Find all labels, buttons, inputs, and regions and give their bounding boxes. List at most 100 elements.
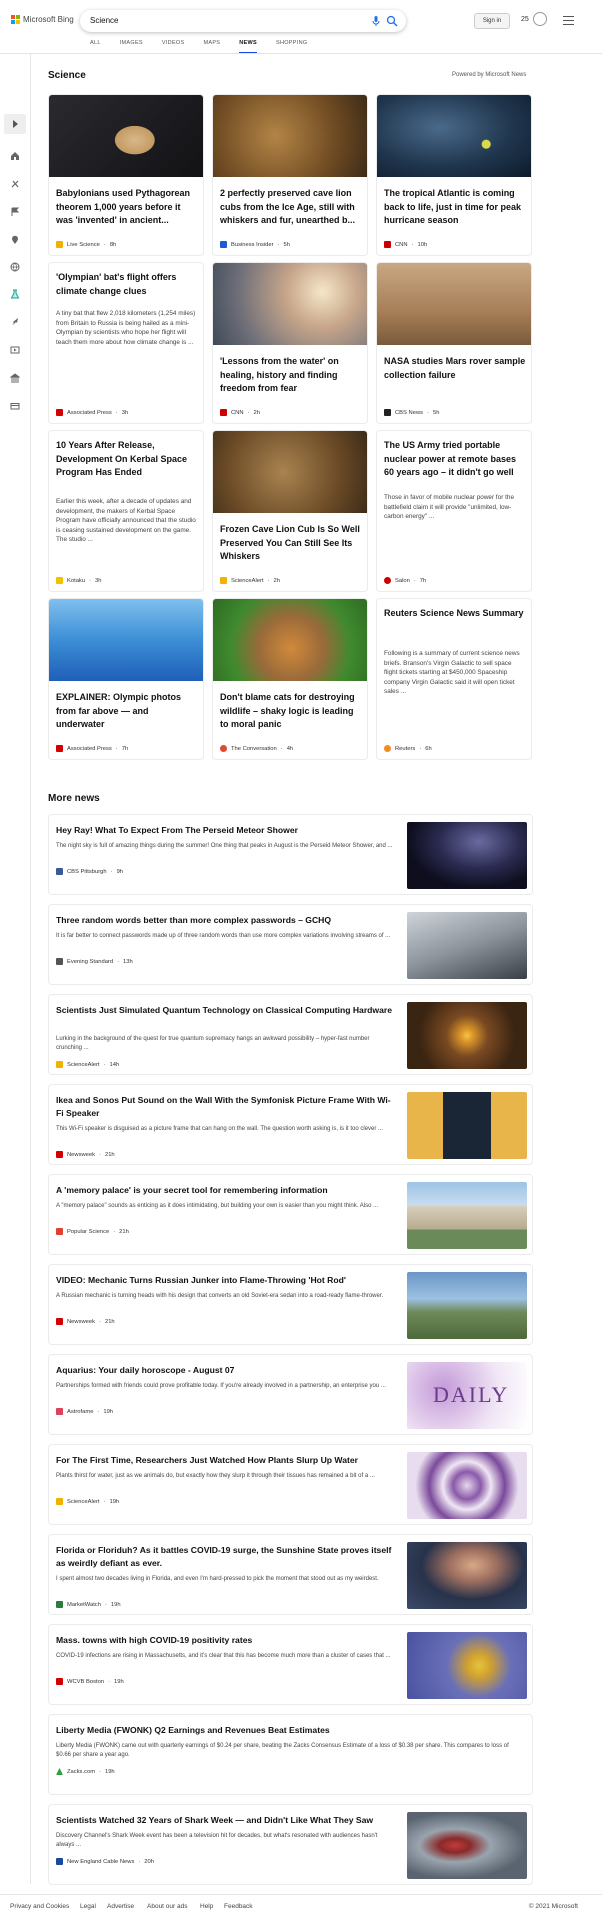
news-card[interactable]: EXPLAINER: Olympic photos from far above… bbox=[48, 598, 204, 760]
source-name: Live Science bbox=[67, 241, 100, 248]
item-title[interactable]: VIDEO: Mechanic Turns Russian Junker int… bbox=[56, 1274, 396, 1287]
news-card[interactable]: 'Lessons from the water' on healing, his… bbox=[212, 262, 368, 424]
news-card[interactable]: 2 perfectly preserved cave lion cubs fro… bbox=[212, 94, 368, 256]
flag-icon[interactable] bbox=[9, 206, 21, 218]
footer-link-privacy[interactable]: Privacy and Cookies bbox=[10, 1903, 69, 1910]
card-icon[interactable] bbox=[9, 400, 21, 412]
item-source: Popular Science · 21h bbox=[56, 1228, 129, 1235]
rewards-trophy-icon[interactable] bbox=[533, 12, 547, 26]
item-thumbnail bbox=[407, 1272, 527, 1339]
rewards-count[interactable]: 25 bbox=[521, 16, 529, 23]
tab-maps[interactable]: MAPS bbox=[203, 40, 220, 54]
footer-link-help[interactable]: Help bbox=[200, 1903, 213, 1910]
search-icon[interactable] bbox=[386, 15, 398, 27]
news-card[interactable]: Babylonians used Pythagorean theorem 1,0… bbox=[48, 94, 204, 256]
card-title[interactable]: 10 Years After Release, Development On K… bbox=[56, 439, 198, 480]
card-title[interactable]: Frozen Cave Lion Cub Is So Well Preserve… bbox=[220, 523, 362, 564]
home-icon[interactable] bbox=[9, 150, 21, 162]
card-title[interactable]: 2 perfectly preserved cave lion cubs fro… bbox=[220, 187, 362, 228]
item-time: 19h bbox=[110, 1601, 121, 1608]
card-title[interactable]: Don't blame cats for destroying wildlife… bbox=[220, 691, 362, 732]
footer-link-about-ads[interactable]: About our ads bbox=[147, 1903, 187, 1910]
tools-icon[interactable] bbox=[9, 178, 21, 190]
location-icon[interactable] bbox=[9, 234, 21, 246]
footer-link-feedback[interactable]: Feedback bbox=[224, 1903, 253, 1910]
item-title[interactable]: Aquarius: Your daily horoscope - August … bbox=[56, 1364, 396, 1377]
card-title[interactable]: 'Lessons from the water' on healing, his… bbox=[220, 355, 362, 396]
item-title[interactable]: Ikea and Sonos Put Sound on the Wall Wit… bbox=[56, 1094, 396, 1120]
source-logo-icon bbox=[56, 1318, 63, 1325]
news-card[interactable]: The tropical Atlantic is coming back to … bbox=[376, 94, 532, 256]
item-time: 21h bbox=[104, 1151, 115, 1158]
news-list-item[interactable]: Mass. towns with high COVID-19 positivit… bbox=[48, 1624, 533, 1705]
item-title[interactable]: Scientists Watched 32 Years of Shark Wee… bbox=[56, 1814, 396, 1827]
news-card[interactable]: Reuters Science News Summary Following i… bbox=[376, 598, 532, 760]
source-logo-icon bbox=[56, 409, 63, 416]
card-title[interactable]: The US Army tried portable nuclear power… bbox=[384, 439, 526, 480]
search-box[interactable]: Science bbox=[80, 10, 406, 32]
bing-logo[interactable]: Microsoft Bing bbox=[11, 15, 74, 24]
item-description: Lurking in the background of the quest f… bbox=[56, 1036, 370, 1051]
news-list-item[interactable]: Three random words better than more comp… bbox=[48, 904, 533, 985]
news-card[interactable]: NASA studies Mars rover sample collectio… bbox=[376, 262, 532, 424]
news-list-item[interactable]: A 'memory palace' is your secret tool fo… bbox=[48, 1174, 533, 1255]
card-time: 5h bbox=[283, 241, 290, 248]
source-name: Salon bbox=[395, 577, 410, 584]
news-card[interactable]: Don't blame cats for destroying wildlife… bbox=[212, 598, 368, 760]
video-icon[interactable] bbox=[9, 344, 21, 356]
card-title[interactable]: NASA studies Mars rover sample collectio… bbox=[384, 355, 526, 382]
item-title[interactable]: Florida or Floriduh? As it battles COVID… bbox=[56, 1544, 396, 1570]
news-list-item[interactable]: Hey Ray! What To Expect From The Perseid… bbox=[48, 814, 533, 895]
news-list-item[interactable]: Scientists Just Simulated Quantum Techno… bbox=[48, 994, 533, 1075]
news-card[interactable]: 10 Years After Release, Development On K… bbox=[48, 430, 204, 592]
card-title[interactable]: 'Olympian' bat's flight offers climate c… bbox=[56, 271, 198, 298]
item-title[interactable]: Liberty Media (FWONK) Q2 Earnings and Re… bbox=[56, 1724, 396, 1737]
source-logo-icon bbox=[384, 409, 391, 416]
item-title[interactable]: For The First Time, Researchers Just Wat… bbox=[56, 1454, 396, 1467]
news-list-item[interactable]: Liberty Media (FWONK) Q2 Earnings and Re… bbox=[48, 1714, 533, 1795]
tab-images[interactable]: IMAGES bbox=[120, 40, 143, 54]
news-card[interactable]: The US Army tried portable nuclear power… bbox=[376, 430, 532, 592]
bank-icon[interactable] bbox=[9, 372, 21, 384]
dot: · bbox=[104, 1601, 107, 1608]
item-title[interactable]: Scientists Just Simulated Quantum Techno… bbox=[56, 1004, 396, 1017]
news-list-item[interactable]: VIDEO: Mechanic Turns Russian Junker int… bbox=[48, 1264, 533, 1345]
tab-shopping[interactable]: SHOPPING bbox=[276, 40, 307, 54]
item-title[interactable]: Mass. towns with high COVID-19 positivit… bbox=[56, 1634, 396, 1647]
item-title[interactable]: A 'memory palace' is your secret tool fo… bbox=[56, 1184, 396, 1197]
card-title[interactable]: EXPLAINER: Olympic photos from far above… bbox=[56, 691, 198, 732]
tab-all[interactable]: ALL bbox=[90, 40, 101, 54]
card-title[interactable]: The tropical Atlantic is coming back to … bbox=[384, 187, 526, 228]
item-title[interactable]: Hey Ray! What To Expect From The Perseid… bbox=[56, 824, 396, 837]
item-source: Astrofame · 19h bbox=[56, 1408, 113, 1415]
sign-in-button[interactable]: Sign in bbox=[474, 13, 510, 29]
item-title[interactable]: Three random words better than more comp… bbox=[56, 914, 396, 927]
top-header: Microsoft Bing Science Sign in 25 bbox=[0, 0, 602, 38]
card-time: 6h bbox=[425, 745, 432, 752]
footer-link-advertise[interactable]: Advertise bbox=[107, 1903, 134, 1910]
news-card[interactable]: Frozen Cave Lion Cub Is So Well Preserve… bbox=[212, 430, 368, 592]
news-list-item[interactable]: Aquarius: Your daily horoscope - August … bbox=[48, 1354, 533, 1435]
science-icon[interactable] bbox=[9, 288, 21, 300]
card-title[interactable]: Reuters Science News Summary bbox=[384, 607, 526, 621]
news-list-item[interactable]: Ikea and Sonos Put Sound on the Wall Wit… bbox=[48, 1084, 533, 1165]
news-list-item[interactable]: For The First Time, Researchers Just Wat… bbox=[48, 1444, 533, 1525]
card-title[interactable]: Babylonians used Pythagorean theorem 1,0… bbox=[56, 187, 198, 228]
expand-rail-button[interactable] bbox=[4, 114, 26, 134]
globe-icon[interactable] bbox=[9, 261, 21, 273]
brand-name: Microsoft Bing bbox=[23, 15, 74, 24]
news-list-item[interactable]: Florida or Floriduh? As it battles COVID… bbox=[48, 1534, 533, 1615]
tab-videos[interactable]: VIDEOS bbox=[162, 40, 185, 54]
hamburger-menu-icon[interactable] bbox=[563, 16, 574, 25]
footer-link-legal[interactable]: Legal bbox=[80, 1903, 96, 1910]
news-card[interactable]: 'Olympian' bat's flight offers climate c… bbox=[48, 262, 204, 424]
dot: · bbox=[280, 745, 283, 752]
dot: · bbox=[427, 409, 429, 416]
microphone-icon[interactable] bbox=[370, 15, 382, 27]
news-list-item[interactable]: Scientists Watched 32 Years of Shark Wee… bbox=[48, 1804, 533, 1885]
tab-news[interactable]: NEWS bbox=[239, 40, 257, 54]
search-input[interactable]: Science bbox=[90, 16, 118, 25]
rocket-icon[interactable] bbox=[9, 316, 21, 328]
card-time: 3h bbox=[95, 577, 102, 584]
source-name: WCVB Boston bbox=[67, 1678, 105, 1685]
